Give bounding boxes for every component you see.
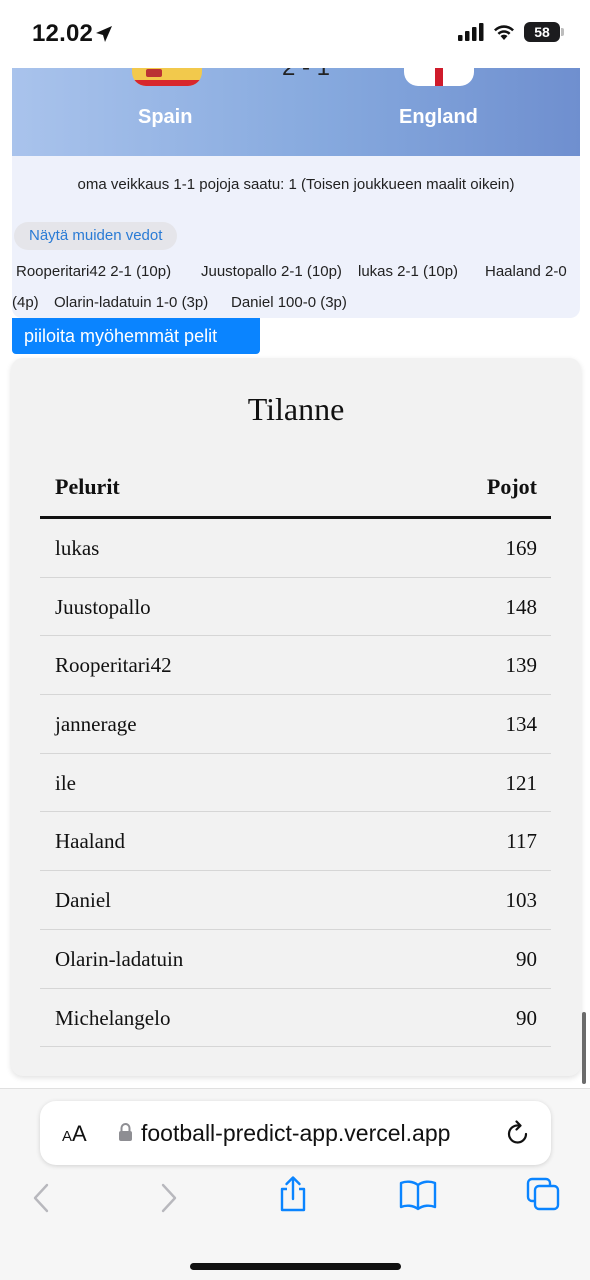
status-bar: 12.02 58 <box>0 0 590 68</box>
match-card: 2 - 1 Spain England oma veikkaus 1-1 poj… <box>12 68 580 318</box>
cellular-signal-icon <box>458 23 484 41</box>
table-row: ile 121 <box>40 754 551 813</box>
battery-tip <box>561 28 564 36</box>
location-arrow-icon <box>96 26 112 42</box>
bookmarks-icon[interactable] <box>399 1179 437 1211</box>
url-text: football-predict-app.vercel.app <box>141 1120 451 1146</box>
match-score: 2 - 1 <box>282 68 330 82</box>
player-name: Haaland <box>55 829 125 854</box>
share-icon[interactable] <box>277 1175 309 1213</box>
player-points: 90 <box>516 946 537 971</box>
player-points: 148 <box>505 594 538 619</box>
player-points: 117 <box>506 829 537 854</box>
spain-flag-icon <box>132 68 202 86</box>
bets-row: Rooperitari42 2-1 (10p) Juustopallo 2-1 … <box>12 256 580 287</box>
player-points: 103 <box>505 888 538 913</box>
battery-icon: 58 <box>524 22 564 42</box>
player-points: 90 <box>516 1005 537 1030</box>
table-row: jannerage 134 <box>40 695 551 754</box>
lock-icon <box>119 1123 132 1141</box>
england-flag-cross <box>435 68 443 86</box>
own-guess-text: oma veikkaus 1-1 pojoja saatu: 1 (Toisen… <box>77 176 515 193</box>
table-row: Olarin-ladatuin 90 <box>40 930 551 989</box>
address-bar[interactable]: AA football-predict-app.vercel.app <box>40 1101 551 1165</box>
status-indicators: 58 <box>458 22 564 42</box>
bet-item: (4p) <box>12 294 39 311</box>
show-others-bets-button[interactable]: Näytä muiden vedot <box>14 222 178 250</box>
match-header: 2 - 1 Spain England <box>12 68 580 156</box>
forward-icon[interactable] <box>160 1183 178 1213</box>
player-points: 169 <box>505 536 538 560</box>
standings-card: Tilanne Pelurit Pojot lukas 169 Juustopal… <box>11 358 581 1076</box>
player-points: 139 <box>505 653 538 678</box>
bets-row: (4p) Olarin-ladatuin 1-0 (3p) Daniel 100… <box>12 287 580 318</box>
player-name: Olarin-ladatuin <box>55 946 184 971</box>
player-name: Daniel <box>55 888 111 913</box>
player-name: jannerage <box>55 712 137 737</box>
bet-item: lukas 2-1 (10p) <box>358 263 459 280</box>
tabs-icon[interactable] <box>526 1177 560 1211</box>
aa-small-label: A <box>62 1128 73 1145</box>
player-name: Juustopallo <box>55 594 151 619</box>
player-points: 134 <box>505 712 538 737</box>
reload-icon[interactable] <box>506 1120 530 1146</box>
back-icon[interactable] <box>32 1183 50 1213</box>
table-row: lukas 169 <box>40 519 551 578</box>
table-row: Haaland 117 <box>40 812 551 872</box>
table-row: Michelangelo 90 <box>40 989 551 1048</box>
aa-large-label: A <box>72 1121 87 1146</box>
table-row: Daniel 103 <box>40 871 551 930</box>
player-name: Rooperitari42 <box>55 653 172 678</box>
spain-flag-stripe <box>132 80 202 86</box>
player-name: ile <box>55 770 76 795</box>
column-header-points: Pojot <box>486 474 537 499</box>
page-scrollbar[interactable] <box>582 1012 586 1084</box>
table-row: Rooperitari42 139 <box>40 636 551 696</box>
table-header: Pelurit Pojot <box>40 466 551 519</box>
home-team-name: Spain <box>138 106 193 128</box>
hide-later-games-button[interactable]: piiloita myöhemmät pelit <box>12 318 260 354</box>
column-header-players: Pelurit <box>55 474 120 499</box>
england-flag-icon <box>404 68 474 86</box>
wifi-icon <box>494 25 514 40</box>
others-bets-list: Rooperitari42 2-1 (10p) Juustopallo 2-1 … <box>12 256 580 318</box>
player-points: 121 <box>505 770 538 795</box>
away-team-name: England <box>399 106 478 128</box>
standings-table: Pelurit Pojot lukas 169 Juustopallo 148 Ro… <box>40 466 551 1048</box>
player-name: lukas <box>55 536 100 560</box>
browser-toolbar <box>0 1176 590 1223</box>
status-time: 12.02 <box>32 20 94 47</box>
bet-item: Rooperitari42 2-1 (10p) <box>16 263 172 280</box>
standings-title: Tilanne <box>247 391 345 427</box>
home-indicator[interactable] <box>190 1263 401 1270</box>
bet-item: Daniel 100-0 (3p) <box>231 294 347 311</box>
bet-item: Olarin-ladatuin 1-0 (3p) <box>54 294 209 311</box>
table-row: Juustopallo 148 <box>40 578 551 637</box>
battery-level: 58 <box>534 24 550 40</box>
bet-item: Haaland 2-0 <box>485 263 567 280</box>
spain-emblem <box>146 69 162 77</box>
player-name: Michelangelo <box>55 1005 171 1030</box>
bet-item: Juustopallo 2-1 (10p) <box>201 263 342 280</box>
browser-bottom-bar: AA football-predict-app.vercel.app <box>0 1088 590 1280</box>
reader-settings-button[interactable]: AA <box>62 1121 87 1147</box>
